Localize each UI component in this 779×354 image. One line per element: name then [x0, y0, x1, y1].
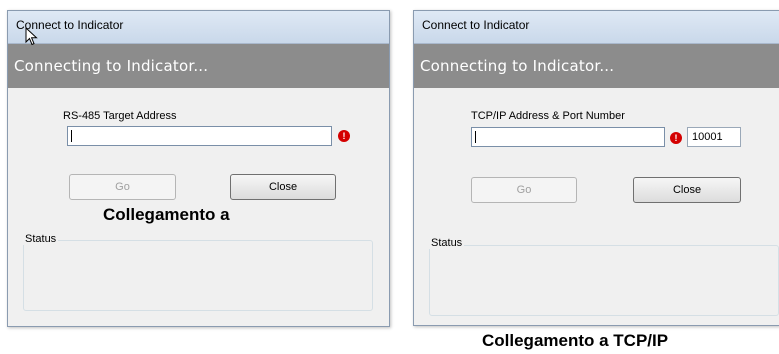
caption-right: Collegamento a TCP/IP	[482, 331, 669, 350]
go-button[interactable]: Go	[471, 177, 577, 203]
tcpip-address-label: TCP/IP Address & Port Number	[471, 110, 625, 122]
status-label: Status	[429, 237, 465, 249]
close-button[interactable]: Close	[633, 177, 741, 203]
port-number-input[interactable]: 10001	[687, 127, 741, 147]
mouse-pointer-icon	[25, 27, 38, 46]
header-text: Connecting to Indicator...	[14, 57, 209, 75]
title-bar[interactable]: Connect to Indicator	[8, 11, 389, 44]
target-address-input[interactable]	[67, 126, 332, 146]
close-button[interactable]: Close	[230, 174, 336, 200]
tcpip-connect-dialog: Connect to Indicator Connecting to Indic…	[413, 10, 779, 326]
header-band: Connecting to Indicator...	[8, 44, 389, 88]
header-band: Connecting to Indicator...	[414, 44, 779, 88]
text-caret	[71, 130, 72, 142]
status-label: Status	[23, 233, 59, 245]
target-address-label: RS-485 Target Address	[63, 110, 177, 122]
status-group	[23, 240, 373, 311]
caption-left: Collegamento a	[103, 205, 230, 224]
title-bar[interactable]: Connect to Indicator	[414, 11, 779, 44]
status-group	[429, 245, 779, 316]
error-icon: !	[670, 132, 682, 144]
go-button[interactable]: Go	[69, 174, 176, 200]
tcpip-address-input[interactable]	[471, 127, 665, 147]
rs485-connect-dialog: Connect to Indicator Connecting to Indic…	[7, 10, 390, 327]
text-caret	[475, 131, 476, 143]
error-icon: !	[338, 130, 350, 142]
window-title: Connect to Indicator	[422, 18, 530, 32]
header-text: Connecting to Indicator...	[420, 57, 615, 75]
